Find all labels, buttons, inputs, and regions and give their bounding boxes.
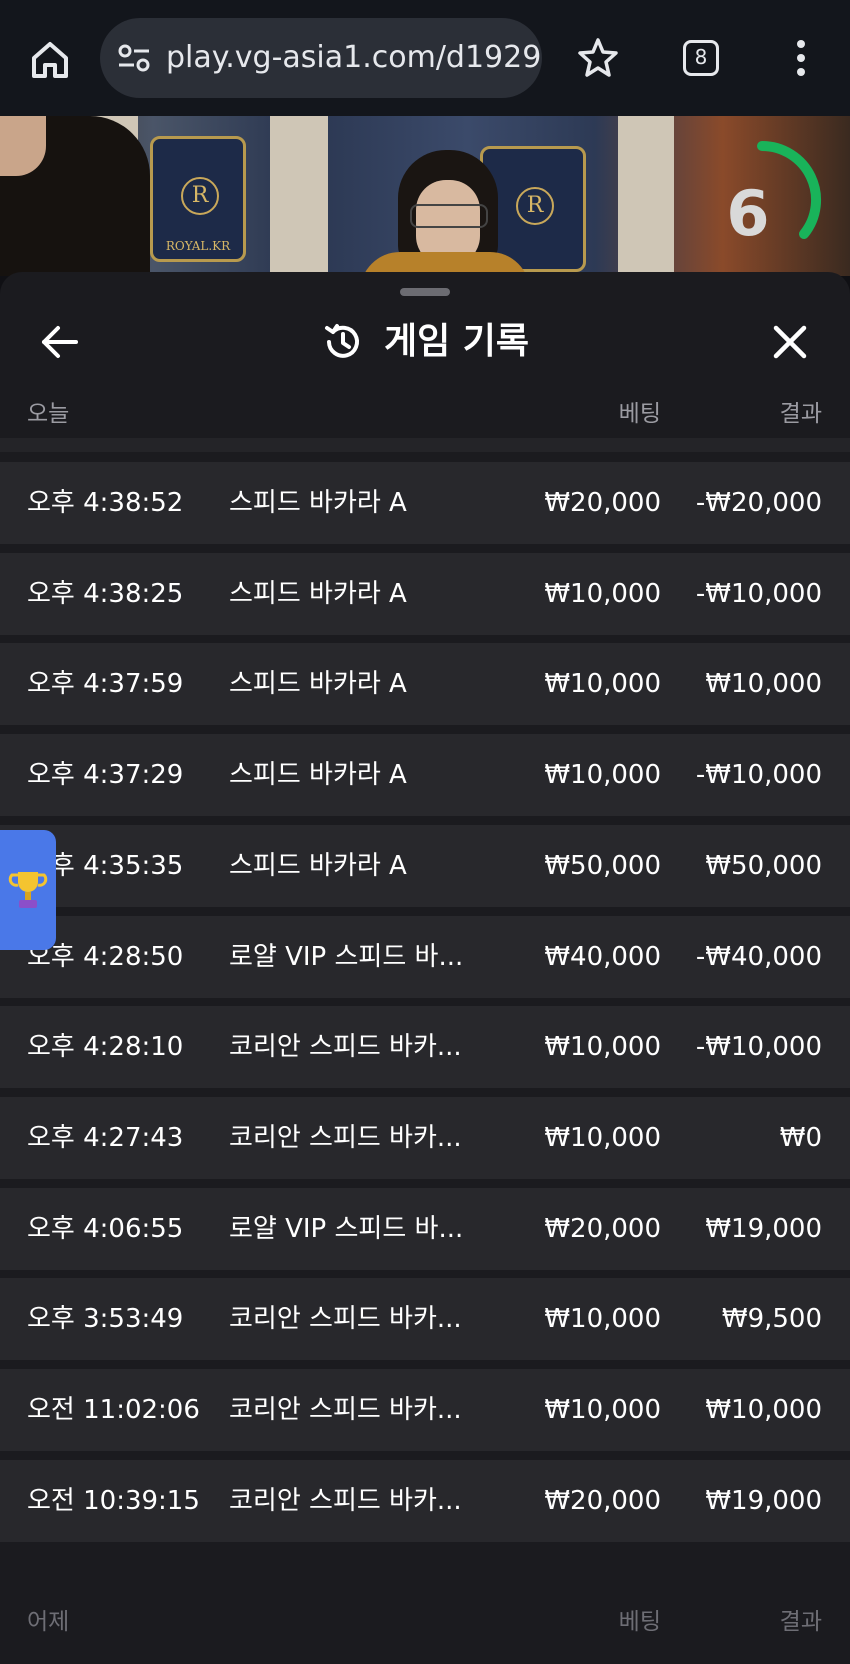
row-result-amount: ₩9,500 [721, 1304, 822, 1335]
tab-switcher-button[interactable]: 8 [683, 40, 719, 76]
row-bet-amount: ₩10,000 [544, 1304, 661, 1335]
table-row[interactable]: 오전 11:02:06 코리안 스피드 바카... ₩10,000 ₩10,000 [0, 1369, 850, 1451]
row-game-name: 스피드 바카라 A [229, 760, 407, 791]
row-game-name: 로얄 VIP 스피드 바... [229, 1213, 464, 1244]
sheet-drag-handle[interactable] [400, 288, 450, 296]
row-bet-amount: ₩10,000 [544, 1395, 661, 1425]
table-row[interactable]: 오후 3:53:49 코리안 스피드 바카... ₩10,000 ₩9,500 [0, 1278, 850, 1361]
row-time: 오후 4:37:29 [27, 760, 184, 791]
more-options-icon[interactable] [786, 38, 816, 78]
table-row[interactable]: 오후 4:28:10 코리안 스피드 바카... ₩10,000 -₩10,000 [0, 1006, 850, 1089]
table-row[interactable]: 오후 4:37:59 스피드 바카라 A ₩10,000 ₩10,000 [0, 643, 850, 726]
row-game-name: 코리안 스피드 바카... [229, 1304, 462, 1335]
countdown-timer: 6 [726, 177, 770, 250]
bet-column-header: 베팅 [618, 1609, 661, 1635]
dealer-glasses [410, 204, 488, 228]
result-column-header: 결과 [779, 401, 822, 427]
row-time: 오후 4:28:10 [27, 1032, 184, 1063]
table-row[interactable]: 오후 4:38:25 스피드 바카라 A ₩10,000 -₩10,000 [0, 552, 850, 635]
section-label-today: 오늘 [27, 401, 70, 427]
leaderboard-tab[interactable] [0, 830, 56, 950]
today-section-header: 오늘 베팅 결과 [0, 384, 850, 436]
row-time: 오후 4:38:52 [27, 488, 184, 518]
browser-toolbar: play.vg-asia1.com/d1929 8 [0, 0, 850, 116]
trophy-icon [8, 872, 48, 908]
game-history-panel: 게임 기록 오늘 베팅 결과 오후 4:38:52 스피드 바카라 A ₩20,00… [0, 272, 850, 1664]
row-bet-amount: ₩10,000 [544, 578, 661, 609]
panel-header: 게임 기록 [0, 314, 850, 370]
table-row[interactable]: 오후 4:37:29 스피드 바카라 A ₩10,000 -₩10,000 [0, 734, 850, 817]
row-result-amount: ₩50,000 [705, 850, 822, 881]
table-row[interactable]: 오후 4:35:35 스피드 바카라 A ₩50,000 ₩50,000 [0, 824, 850, 907]
table-row[interactable]: 오후 4:06:55 로얄 VIP 스피드 바... ₩20,000 ₩19,000 [0, 1187, 850, 1270]
row-game-name: 로얄 VIP 스피드 바... [229, 941, 464, 972]
result-column-header: 결과 [779, 1609, 822, 1635]
row-time: 오후 4:27:43 [27, 1122, 184, 1153]
row-game-name: 코리안 스피드 바카... [229, 1485, 462, 1516]
row-game-name: 스피드 바카라 A [229, 669, 407, 700]
row-bet-amount: ₩20,000 [544, 1213, 661, 1244]
table-row[interactable]: 오후 4:27:43 코리안 스피드 바카... ₩10,000 ₩0 [0, 1096, 850, 1179]
table-row[interactable]: 오전 10:39:15 코리안 스피드 바카... ₩20,000 ₩19,000 [0, 1459, 850, 1542]
row-bet-amount: ₩10,000 [544, 669, 661, 700]
row-time: 오전 11:02:06 [27, 1395, 200, 1425]
row-result-amount: -₩10,000 [695, 760, 822, 791]
row-result-amount: -₩40,000 [695, 941, 822, 972]
row-result-amount: -₩20,000 [695, 488, 822, 518]
row-result-amount: ₩10,000 [705, 669, 822, 700]
address-bar[interactable]: play.vg-asia1.com/d1929 [100, 18, 542, 98]
row-time: 오후 4:37:59 [27, 669, 184, 700]
row-bet-amount: ₩20,000 [544, 1485, 661, 1516]
close-icon[interactable] [766, 318, 814, 366]
row-result-amount: ₩10,000 [705, 1395, 822, 1425]
background-pillar [618, 116, 674, 276]
row-result-amount: -₩10,000 [695, 1032, 822, 1063]
row-time: 오후 4:06:55 [27, 1213, 184, 1244]
row-bet-amount: ₩40,000 [544, 941, 661, 972]
row-game-name: 스피드 바카라 A [229, 578, 407, 609]
row-bet-amount: ₩10,000 [544, 1122, 661, 1153]
bookmark-star-icon[interactable] [576, 36, 620, 80]
row-game-name: 코리안 스피드 바카... [229, 1032, 462, 1063]
background-pillar [270, 116, 328, 276]
site-settings-icon[interactable] [116, 42, 152, 74]
section-label-yesterday: 어제 [27, 1609, 70, 1635]
row-result-amount: ₩19,000 [705, 1485, 822, 1516]
section-divider [0, 438, 850, 452]
row-game-name: 스피드 바카라 A [229, 488, 407, 518]
table-row[interactable]: 오후 4:28:50 로얄 VIP 스피드 바... ₩40,000 -₩40,000 [0, 915, 850, 998]
home-icon[interactable] [26, 36, 74, 84]
row-bet-amount: ₩10,000 [544, 760, 661, 791]
table-row[interactable]: 오후 4:38:52 스피드 바카라 A ₩20,000 -₩20,000 [0, 462, 850, 544]
row-game-name: 코리안 스피드 바카... [229, 1122, 462, 1153]
royal-emblem: R ROYAL.KR [150, 136, 246, 262]
row-time: 오전 10:39:15 [27, 1485, 200, 1516]
row-bet-amount: ₩20,000 [544, 488, 661, 518]
row-bet-amount: ₩10,000 [544, 1032, 661, 1063]
history-icon [324, 324, 359, 358]
bet-column-header: 베팅 [618, 401, 661, 427]
row-result-amount: ₩19,000 [705, 1213, 822, 1244]
row-time: 오후 4:38:25 [27, 578, 184, 609]
row-result-amount: -₩10,000 [695, 578, 822, 609]
row-result-amount: ₩0 [779, 1122, 822, 1153]
row-bet-amount: ₩50,000 [544, 850, 661, 881]
row-game-name: 스피드 바카라 A [229, 850, 407, 881]
yesterday-section-header: 어제 베팅 결과 [0, 1592, 850, 1644]
url-text[interactable]: play.vg-asia1.com/d1929 [166, 40, 541, 76]
row-game-name: 코리안 스피드 바카... [229, 1395, 462, 1425]
row-time: 오후 3:53:49 [27, 1304, 184, 1335]
panel-title: 게임 기록 [384, 321, 530, 362]
